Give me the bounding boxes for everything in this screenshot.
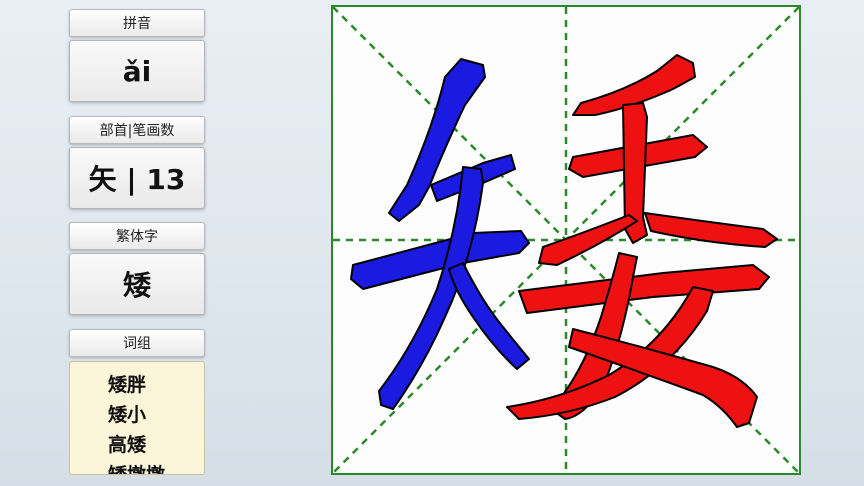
pinyin-label: 拼音 [69,9,205,37]
word-item: 高矮 [108,434,147,456]
pinyin-value: ǎi [69,40,205,102]
radical-stroke-value: 矢 | 13 [69,147,205,209]
word-list[interactable]: 矮胖 矮小 高矮 矮墩墩 [69,361,205,475]
radical-stroke-label: 部首|笔画数 [69,116,205,144]
word-item: 矮小 [108,404,147,426]
traditional-label: 繁体字 [69,222,205,250]
traditional-value: 矮 [69,253,205,315]
character-strokes [350,54,778,428]
right-component-strokes [506,54,778,428]
word-item: 矮胖 [108,374,147,396]
left-component-strokes [350,58,530,410]
words-label: 词组 [69,329,205,357]
word-item: 矮墩墩 [108,464,166,475]
character-grid [331,5,801,475]
